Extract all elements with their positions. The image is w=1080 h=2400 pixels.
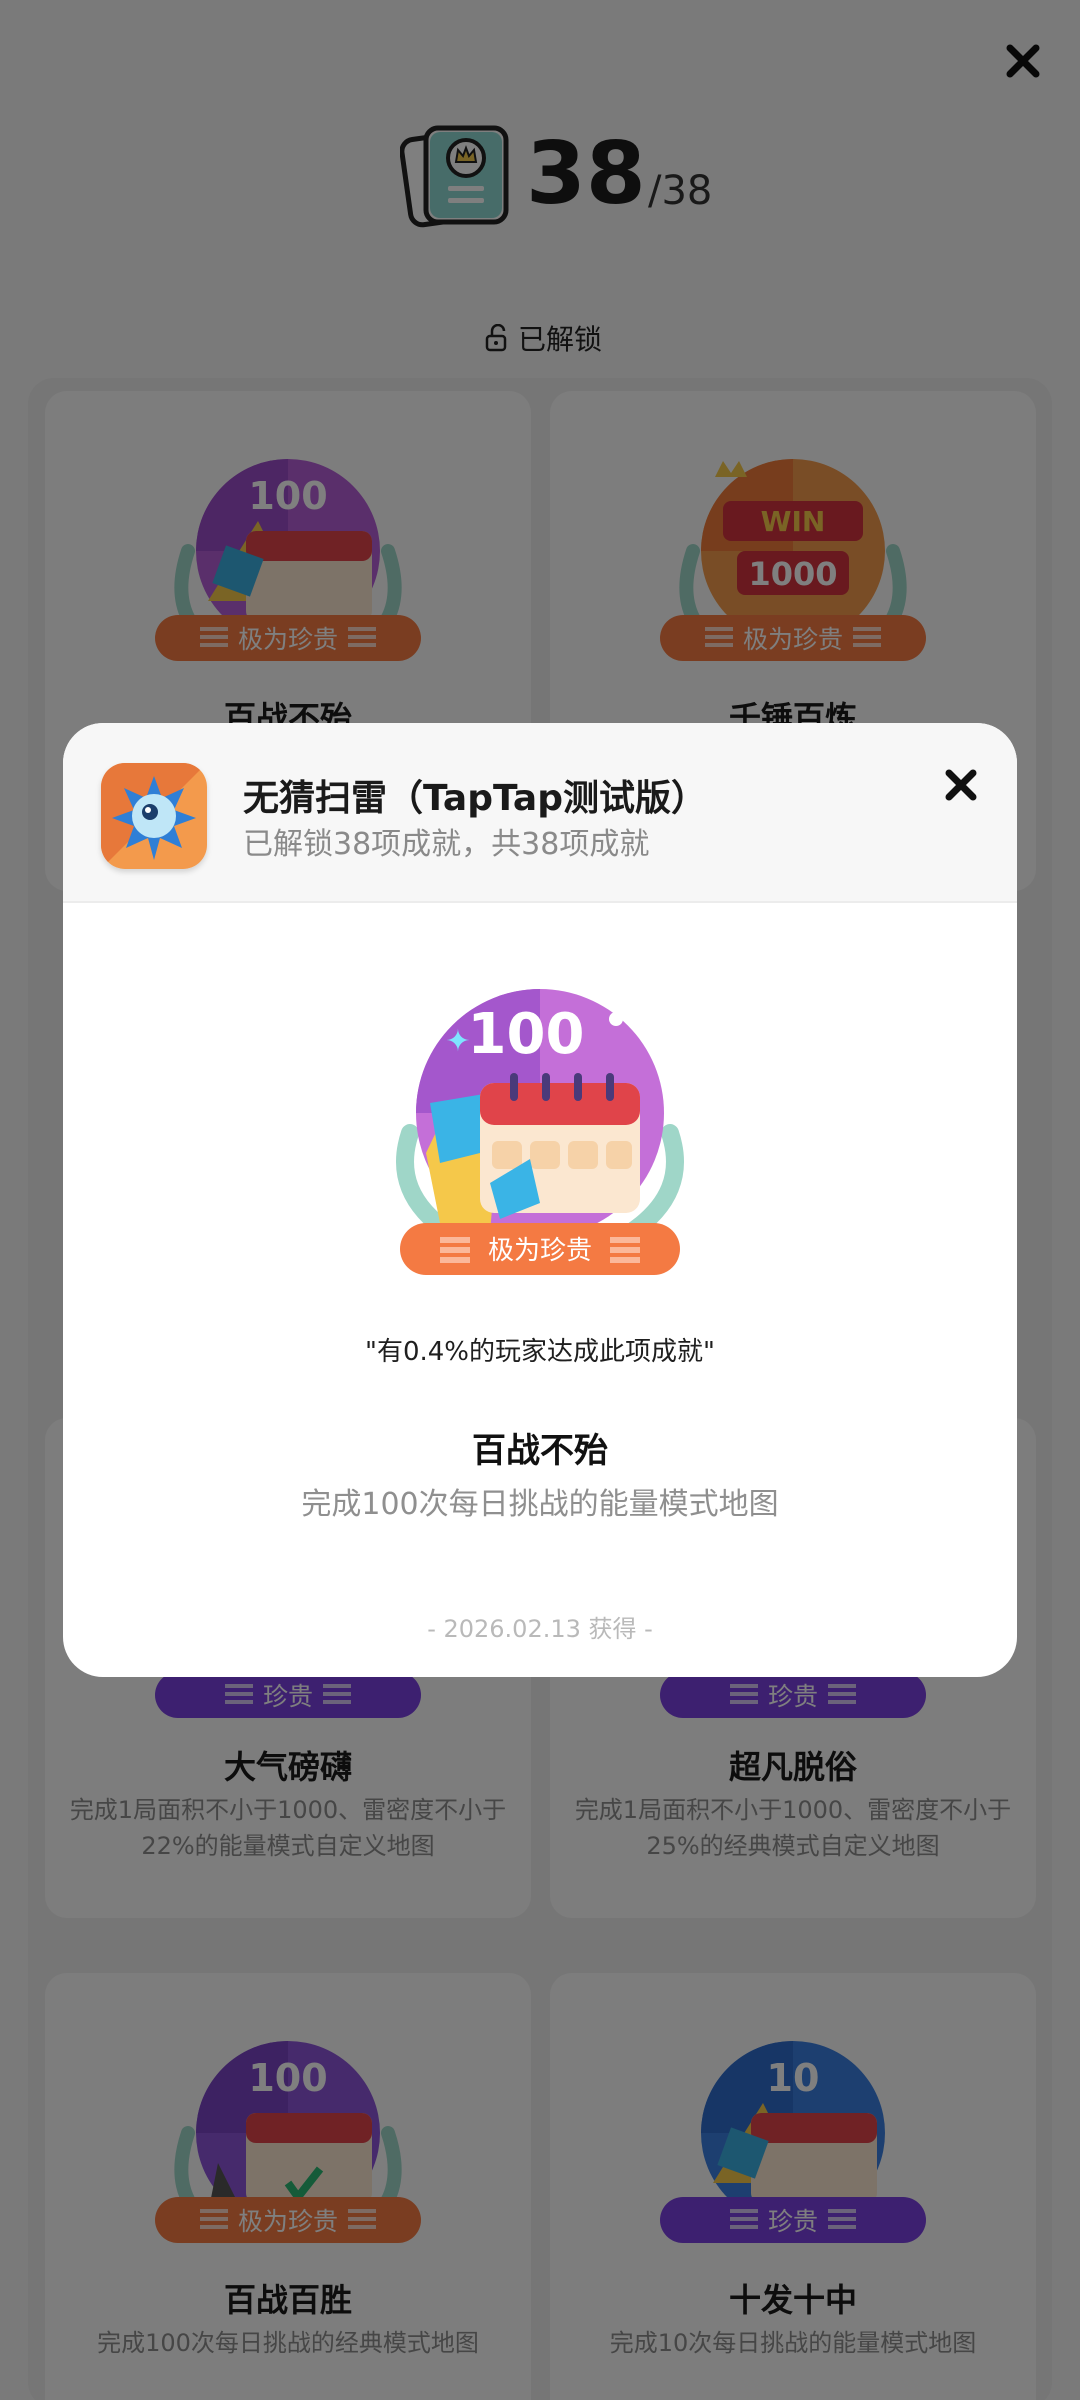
unlock-date: - 2026.02.13 获得 - (427, 1615, 653, 1643)
close-icon[interactable] (939, 763, 983, 807)
app-name: 无猜扫雷（TapTap测试版） (243, 778, 707, 819)
achievement-desc: 完成100次每日挑战的能量模式地图 (301, 1487, 779, 1522)
dialog-header: 无猜扫雷（TapTap测试版） 已解锁38项成就，共38项成就 (63, 723, 1017, 903)
achievement-title: 百战不殆 (472, 1431, 608, 1471)
dialog-medal-number: 100 (468, 1002, 585, 1067)
svg-text:✦: ✦ (445, 1024, 470, 1059)
achievement-progress: 已解锁38项成就，共38项成就 (243, 827, 650, 862)
app-icon (101, 763, 207, 869)
dialog-badge: 极为珍贵 (488, 1236, 592, 1266)
rarity-quote: "有0.4%的玩家达成此项成就" (365, 1337, 715, 1367)
medal-100-energy-icon: 100 ✦ 极为珍贵 (396, 989, 684, 1275)
achievement-detail-dialog: 无猜扫雷（TapTap测试版） 已解锁38项成就，共38项成就 100 ✦ 极为… (63, 723, 1017, 1677)
